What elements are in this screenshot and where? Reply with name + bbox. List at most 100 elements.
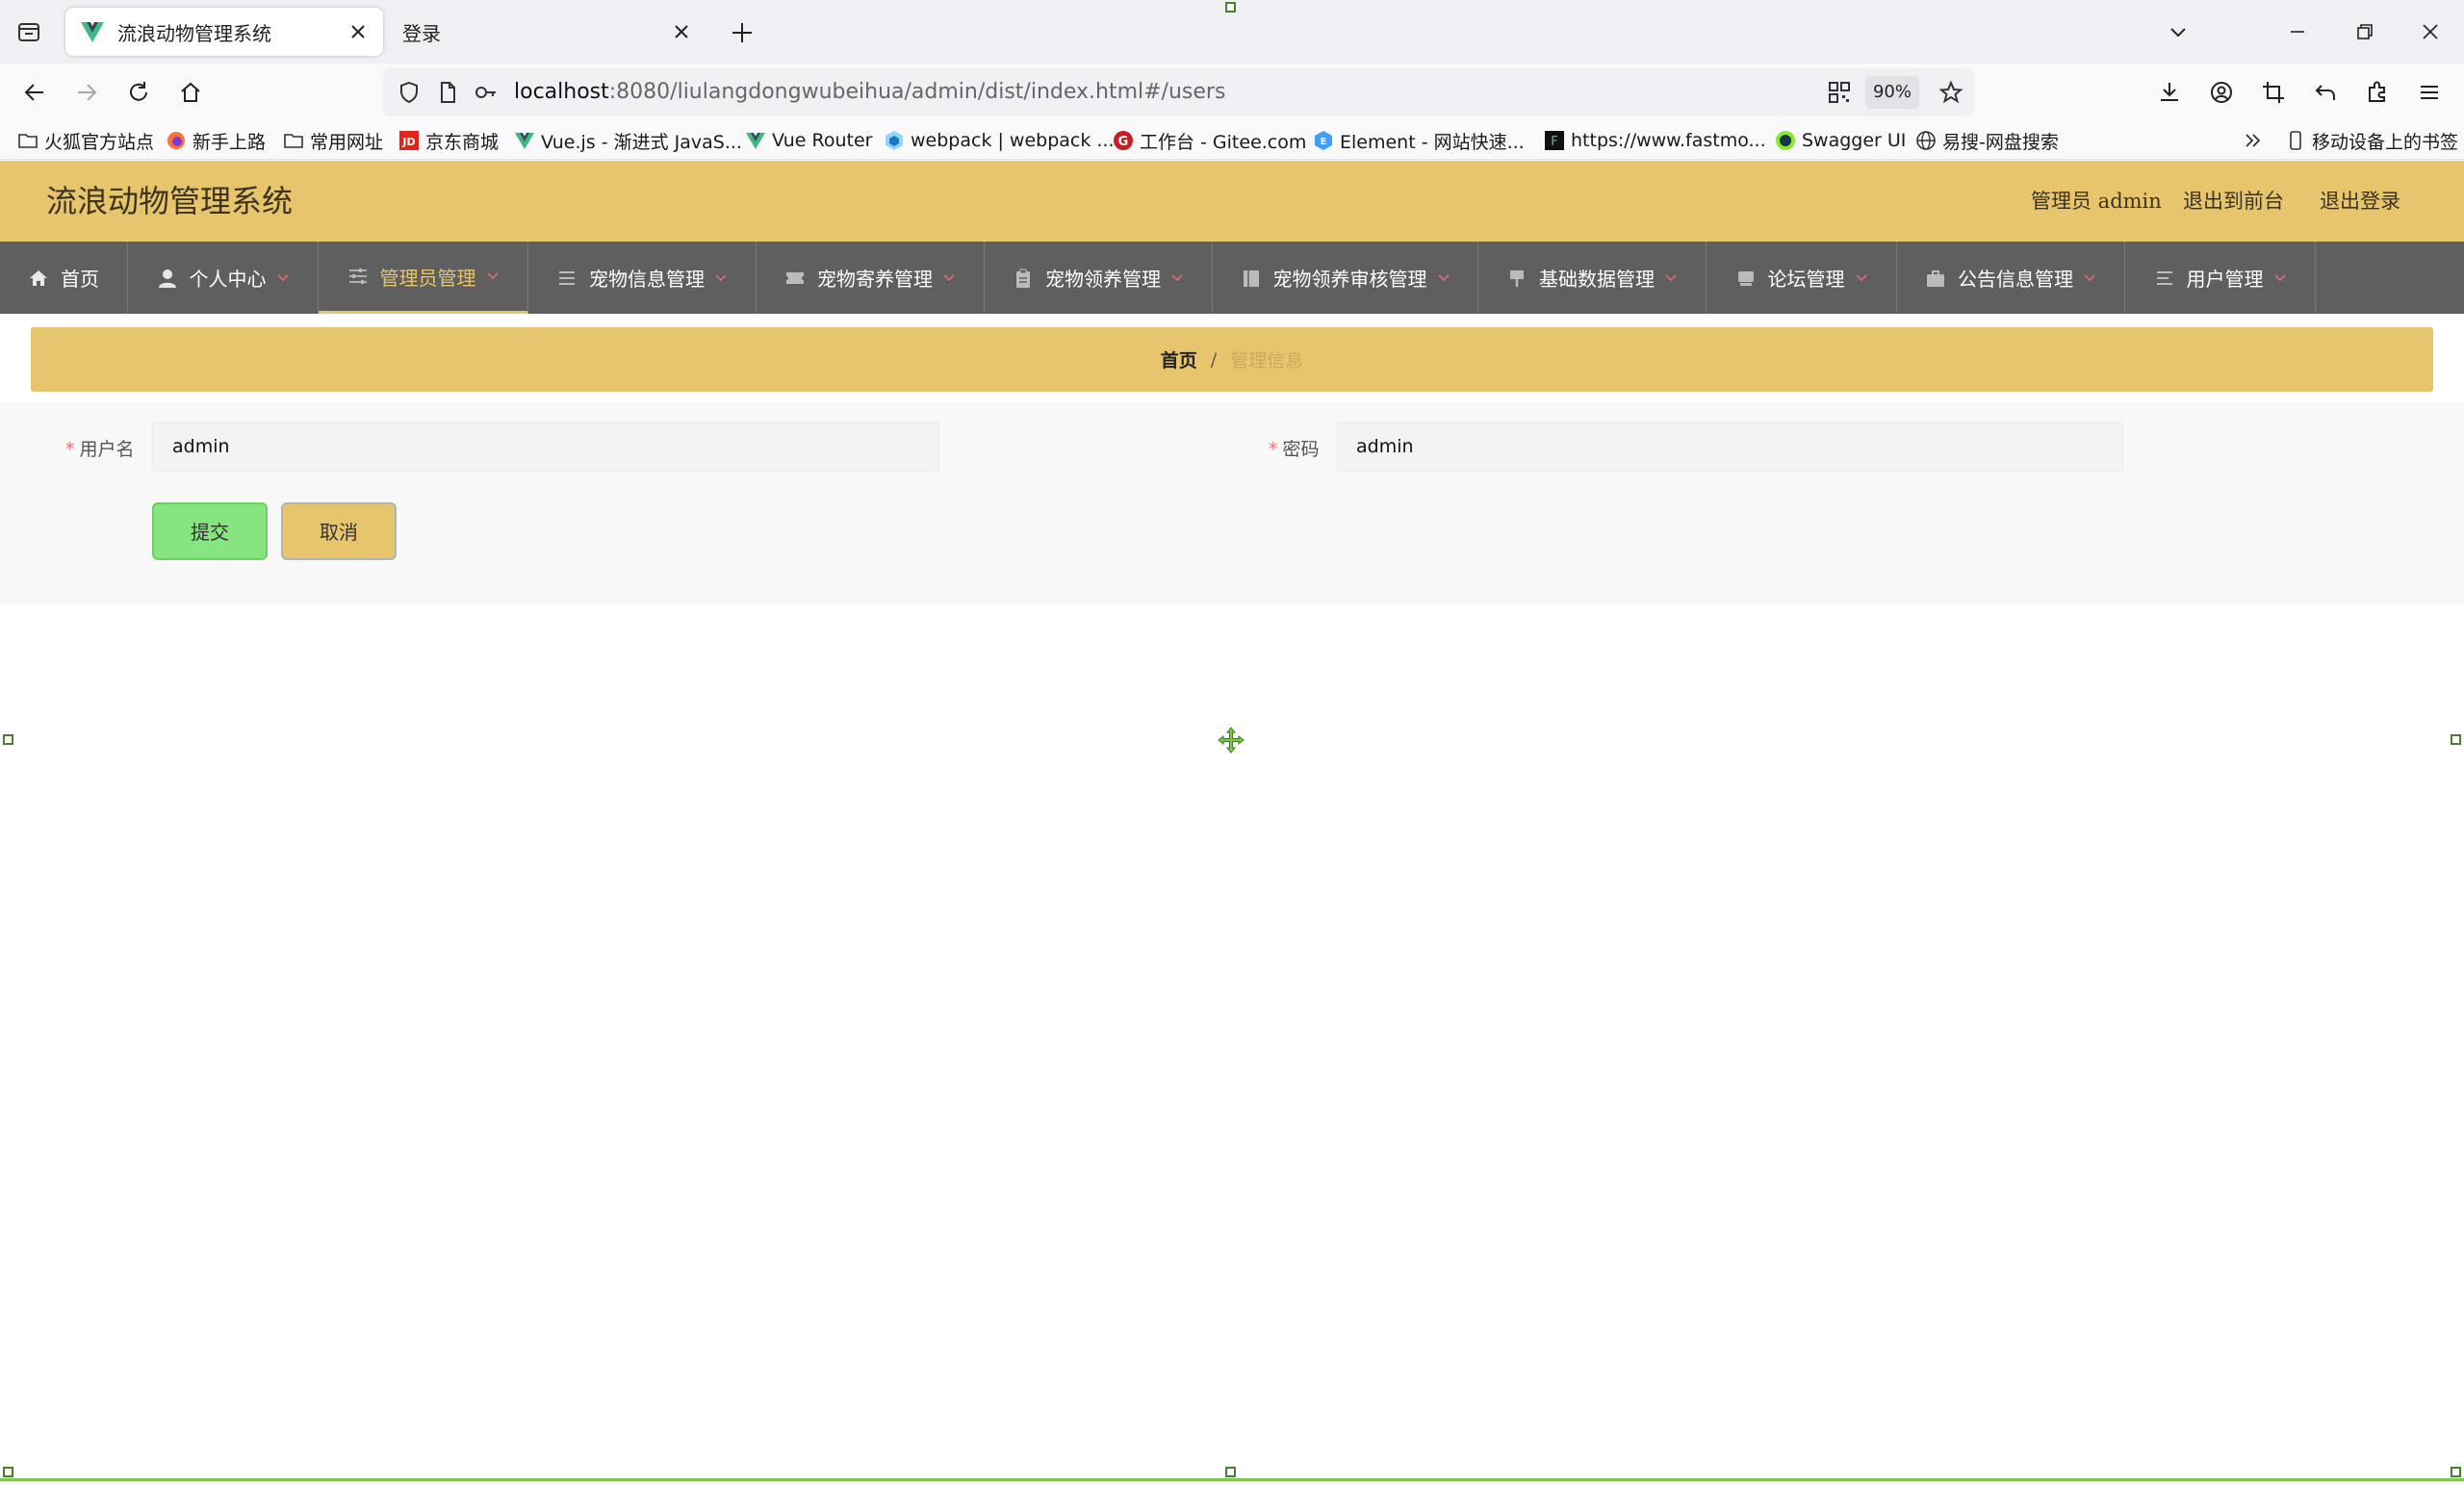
hamburger-menu-icon[interactable] bbox=[2412, 75, 2447, 110]
more-bookmarks-icon[interactable] bbox=[2243, 121, 2264, 160]
admin-user-label: 管理员 admin bbox=[2031, 190, 2162, 213]
password-label: * 密码 bbox=[1269, 439, 1320, 460]
bookmark-item[interactable]: Vue Router bbox=[745, 121, 872, 160]
required-mark: * bbox=[1269, 439, 1278, 460]
bookmark-item[interactable]: G 工作台 - Gitee.com bbox=[1113, 121, 1306, 160]
cancel-button[interactable]: 取消 bbox=[281, 502, 397, 560]
menu-item-pet-info[interactable]: 宠物信息管理 bbox=[528, 242, 757, 314]
menu-item-adopt-review[interactable]: 宠物领养审核管理 bbox=[1213, 242, 1478, 314]
bookmarks-bar: 火狐官方站点 新手上路 常用网址 JD 京东商城 Vue.js - 渐进式 Ja… bbox=[0, 121, 2464, 160]
bookmark-item[interactable]: Swagger UI bbox=[1775, 121, 1906, 160]
bookmark-item[interactable]: 新手上路 bbox=[166, 121, 266, 160]
webpack-icon bbox=[884, 130, 905, 151]
mobile-bookmarks[interactable]: 移动设备上的书签 bbox=[2285, 121, 2458, 160]
bookmark-item[interactable]: 常用网址 bbox=[283, 121, 383, 160]
downloads-icon[interactable] bbox=[2152, 75, 2187, 110]
menu-item-home[interactable]: 首页 bbox=[0, 242, 128, 314]
menu-item-announcements[interactable]: 公告信息管理 bbox=[1897, 242, 2125, 314]
reload-icon[interactable] bbox=[121, 75, 156, 110]
account-icon[interactable] bbox=[2204, 75, 2239, 110]
logout-link[interactable]: 退出登录 bbox=[2320, 161, 2400, 242]
new-tab-icon[interactable] bbox=[728, 18, 757, 47]
menu-item-pet-foster[interactable]: 宠物寄养管理 bbox=[757, 242, 985, 314]
resize-handle[interactable] bbox=[3, 734, 13, 745]
resize-handle[interactable] bbox=[2451, 734, 2461, 745]
chevron-down-icon bbox=[942, 271, 956, 285]
chevron-down-icon bbox=[1437, 271, 1450, 285]
fastmock-icon: F bbox=[1544, 130, 1565, 151]
exit-to-front-link[interactable]: 退出到前台 bbox=[2183, 161, 2284, 242]
selection-border bbox=[0, 1478, 2464, 1481]
bookmark-item[interactable]: 易搜-网盘搜索 bbox=[1915, 121, 2059, 160]
close-window-icon[interactable] bbox=[2414, 15, 2447, 48]
resize-handle[interactable] bbox=[1225, 2, 1236, 13]
bookmark-item[interactable]: JD 京东商城 bbox=[398, 121, 499, 160]
password-input[interactable]: admin bbox=[1336, 422, 2123, 472]
vue-favicon-icon bbox=[79, 18, 106, 45]
forward-icon[interactable] bbox=[69, 75, 104, 110]
close-tab-icon[interactable] bbox=[668, 18, 695, 45]
move-cursor-icon[interactable] bbox=[1217, 726, 1245, 755]
bookmark-item[interactable]: 火狐官方站点 bbox=[17, 121, 154, 160]
chevron-down-icon bbox=[1855, 271, 1868, 285]
vue-icon bbox=[745, 130, 766, 151]
submit-button[interactable]: 提交 bbox=[152, 502, 268, 560]
briefcase-icon bbox=[1925, 268, 1946, 289]
chevron-down-icon bbox=[486, 269, 500, 283]
bookmark-item[interactable]: F https://www.fastmo... bbox=[1544, 121, 1766, 160]
chevron-down-icon bbox=[1170, 271, 1184, 285]
breadcrumb-home[interactable]: 首页 bbox=[1161, 346, 1197, 372]
close-tab-icon[interactable] bbox=[345, 18, 372, 45]
gitee-icon: G bbox=[1113, 130, 1134, 151]
resize-handle[interactable] bbox=[3, 1467, 13, 1477]
clipboard-icon bbox=[1013, 268, 1034, 289]
shield-icon[interactable] bbox=[397, 80, 422, 105]
globe-icon bbox=[1915, 130, 1937, 151]
book-icon bbox=[1241, 268, 1262, 289]
undo-icon[interactable] bbox=[2308, 75, 2343, 110]
breadcrumb-separator: / bbox=[1210, 348, 1218, 371]
menu-item-personal-center[interactable]: 个人中心 bbox=[128, 242, 319, 314]
menu-item-user-manage[interactable]: 用户管理 bbox=[2125, 242, 2316, 314]
list-all-tabs-icon[interactable] bbox=[2162, 15, 2194, 48]
extensions-icon[interactable] bbox=[2360, 75, 2395, 110]
svg-text:E: E bbox=[1321, 137, 1327, 147]
ticket-icon bbox=[784, 268, 806, 289]
menu-item-forum[interactable]: 论坛管理 bbox=[1707, 242, 1897, 314]
forum-icon bbox=[1735, 268, 1757, 289]
element-icon: E bbox=[1313, 130, 1334, 151]
page-icon[interactable] bbox=[435, 80, 460, 105]
home-icon[interactable] bbox=[173, 75, 208, 110]
tab-title: 流浪动物管理系统 bbox=[117, 21, 271, 45]
bookmark-item[interactable]: webpack | webpack ... bbox=[884, 121, 1115, 160]
bookmark-star-icon[interactable] bbox=[1938, 80, 1964, 105]
tab-list-icon[interactable] bbox=[13, 16, 44, 47]
menu-item-pet-adopt[interactable]: 宠物领养管理 bbox=[985, 242, 1213, 314]
address-bar[interactable]: localhost:8080/liulangdongwubeihua/admin… bbox=[383, 68, 1975, 116]
bookmark-item[interactable]: E Element - 网站快速... bbox=[1313, 121, 1525, 160]
menu-item-admin-manage[interactable]: 管理员管理 bbox=[319, 242, 528, 314]
menu-item-base-data[interactable]: 基础数据管理 bbox=[1478, 242, 1707, 314]
svg-text:JD: JD bbox=[401, 136, 415, 148]
browser-nav-bar: localhost:8080/liulangdongwubeihua/admin… bbox=[0, 64, 2464, 121]
minimize-icon[interactable] bbox=[2281, 15, 2314, 48]
zoom-level[interactable]: 90% bbox=[1865, 76, 1919, 109]
sliders-icon bbox=[347, 266, 369, 287]
bookmark-item[interactable]: Vue.js - 渐进式 JavaS... bbox=[514, 121, 742, 160]
home-icon bbox=[28, 268, 49, 289]
tab-login[interactable]: 登录 bbox=[389, 8, 706, 56]
mobile-icon bbox=[2285, 130, 2306, 151]
screenshot-crop-icon[interactable] bbox=[2256, 75, 2291, 110]
chevron-down-icon bbox=[1664, 271, 1678, 285]
qr-code-icon[interactable] bbox=[1827, 80, 1852, 105]
resize-handle[interactable] bbox=[2451, 1467, 2461, 1477]
tab-active[interactable]: 流浪动物管理系统 bbox=[65, 8, 383, 56]
url-text[interactable]: localhost:8080/liulangdongwubeihua/admin… bbox=[514, 68, 1225, 116]
resize-handle[interactable] bbox=[1225, 1467, 1236, 1477]
username-input[interactable]: admin bbox=[152, 422, 939, 472]
folder-icon bbox=[17, 130, 38, 151]
back-icon[interactable] bbox=[17, 75, 52, 110]
permissions-key-icon[interactable] bbox=[474, 80, 499, 105]
svg-text:F: F bbox=[1551, 135, 1557, 149]
restore-icon[interactable] bbox=[2348, 15, 2381, 48]
